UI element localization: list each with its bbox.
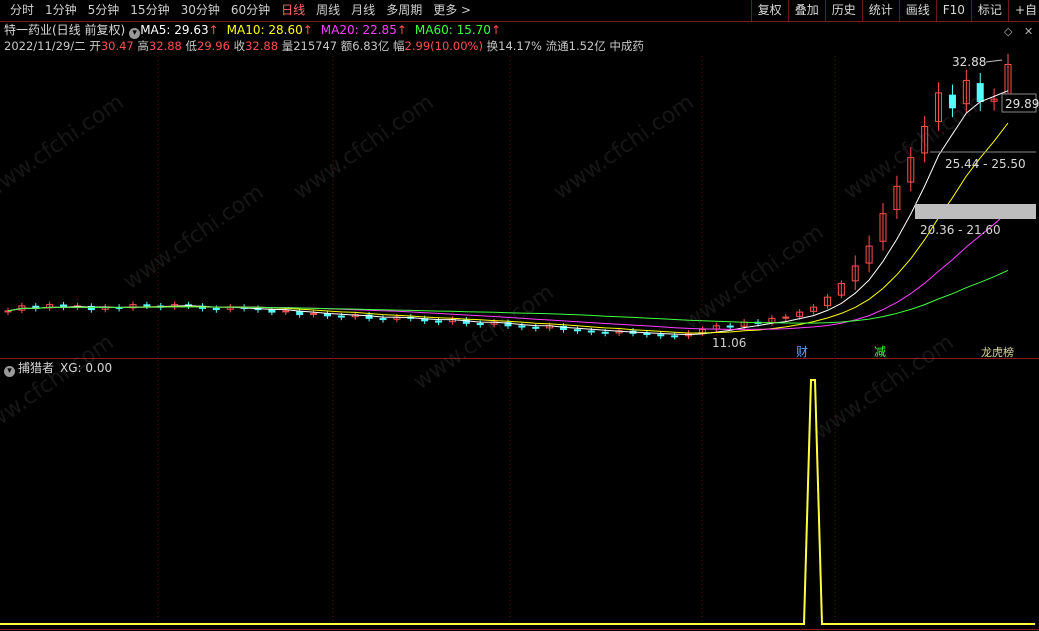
candle-body	[671, 335, 679, 338]
candle-body	[532, 326, 540, 329]
candle-body	[296, 310, 304, 316]
indicator-title: ▾ 捕猎者 XG: 0.00	[4, 360, 112, 377]
candle-body	[143, 304, 151, 307]
watermark-text: www.cfchi.com	[0, 330, 119, 445]
range-lower-label: 20.36 - 21.60	[920, 223, 1001, 237]
candle-body	[657, 334, 665, 337]
marker-jian: 减	[874, 345, 886, 359]
watermark-text: www.cfchi.com	[409, 280, 558, 395]
right-price-label: 29.89	[1005, 97, 1039, 111]
range-upper-label: 25.44 - 25.50	[945, 157, 1026, 171]
indicator-name: 捕猎者	[18, 361, 55, 375]
candle-body	[601, 331, 609, 334]
xg-line	[0, 379, 1035, 625]
candle-body	[435, 320, 443, 323]
candle-body	[726, 325, 734, 328]
watermark-text: www.cfchi.com	[549, 90, 698, 205]
watermark-text: www.cfchi.com	[839, 90, 988, 205]
low-price-label: 11.06	[712, 336, 746, 350]
high-price-label: 32.88	[952, 55, 986, 69]
high-price-pointer	[985, 59, 1003, 63]
watermark-text: www.cfchi.com	[119, 180, 268, 295]
candle-body	[268, 309, 276, 313]
watermark-text: www.cfchi.com	[289, 90, 438, 205]
candle-body	[337, 315, 345, 318]
watermark-text: www.cfchi.com	[0, 90, 129, 205]
marker-longhu: 龙虎榜	[981, 345, 1014, 359]
candle-body	[573, 329, 581, 332]
candle-body	[323, 313, 331, 317]
candle-body	[379, 318, 387, 321]
xg-value: XG: 0.00	[60, 361, 113, 375]
kline-chart[interactable]: 32.88 29.89 25.44 - 25.50 20.36 - 21.60 11.0…	[0, 0, 1039, 631]
candle-body	[643, 332, 651, 336]
marker-cai: 财	[796, 345, 808, 359]
indicator-gear-icon[interactable]: ▾	[4, 366, 15, 377]
range-band	[915, 204, 1036, 219]
candle-body	[587, 330, 595, 333]
candle-body	[212, 308, 220, 311]
